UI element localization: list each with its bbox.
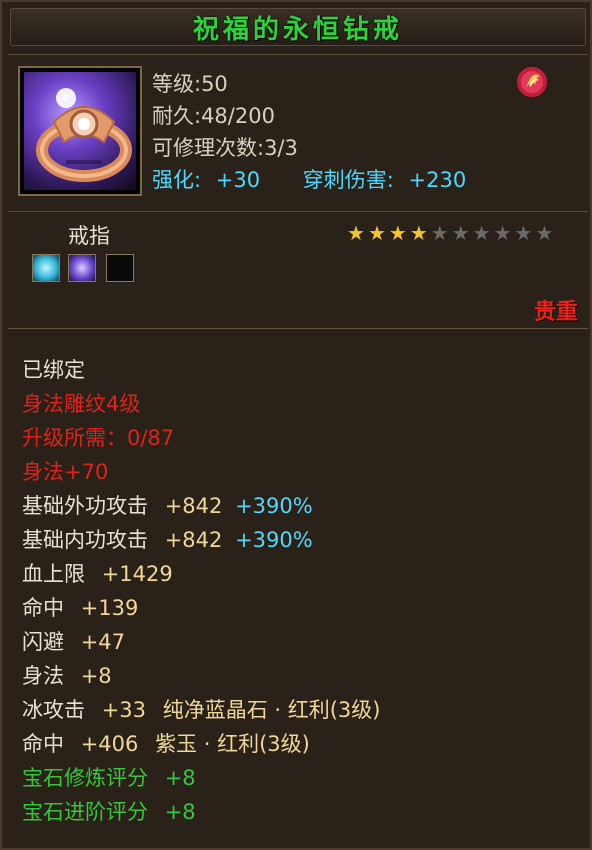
stat-label: 闪避 bbox=[22, 630, 64, 654]
star-empty-icon: ★ bbox=[514, 221, 533, 245]
rarity-label: 贵重 bbox=[534, 300, 579, 325]
gem-advance-row: 宝石进阶评分 +8 bbox=[22, 796, 196, 826]
star-empty-icon: ★ bbox=[493, 221, 512, 245]
carving-bonus: 身法+70 bbox=[22, 460, 109, 484]
item-icon-frame[interactable] bbox=[18, 66, 142, 196]
stat-value: +1429 bbox=[101, 562, 173, 586]
pierce-label: 穿刺伤害: bbox=[302, 168, 394, 192]
flame-badge-icon bbox=[514, 64, 550, 100]
title-bar: 祝福的永恒钻戒 bbox=[10, 8, 586, 46]
item-durability: 耐久:48/200 bbox=[152, 104, 275, 128]
star-filled-icon: ★ bbox=[409, 221, 428, 245]
item-repairs: 可修理次数:3/3 bbox=[152, 136, 298, 160]
star-filled-icon: ★ bbox=[347, 221, 365, 245]
upgrade-requirement: 升级所需：0/87 bbox=[22, 426, 175, 450]
item-level: 等级:50 bbox=[152, 72, 228, 96]
star-empty-icon: ★ bbox=[472, 221, 491, 245]
stat-label: 宝石修炼评分 bbox=[22, 766, 148, 790]
stat-label: 身法 bbox=[22, 664, 64, 688]
carving-level: 身法雕纹4级 bbox=[22, 392, 141, 416]
enhance-row: 强化: +30 穿刺伤害: +230 bbox=[152, 164, 466, 194]
stat-label: 冰攻击 bbox=[22, 698, 85, 722]
divider bbox=[8, 328, 588, 329]
gem-name: 纯净蓝晶石 · 红利(3级) bbox=[162, 698, 381, 722]
item-type: 戒指 bbox=[68, 224, 110, 248]
gem-socket-empty[interactable] bbox=[106, 254, 134, 282]
stat-label: 基础外功攻击 bbox=[22, 494, 148, 518]
stat-value: +8 bbox=[164, 766, 196, 790]
stat-label: 宝石进阶评分 bbox=[22, 800, 148, 824]
stat-value: +406 bbox=[80, 732, 139, 756]
bound-status: 已绑定 bbox=[22, 358, 85, 382]
dodge-row: 闪避 +47 bbox=[22, 626, 125, 656]
hit-gem-row: 命中 +406 紫玉 · 红利(3级) bbox=[22, 728, 310, 758]
hp-row: 血上限 +1429 bbox=[22, 558, 173, 588]
stat-value: +8 bbox=[80, 664, 112, 688]
gem-socket-purple[interactable] bbox=[68, 254, 96, 282]
hit-row: 命中 +139 bbox=[22, 592, 138, 622]
outer-attack-row: 基础外功攻击 +842 +390% bbox=[22, 490, 313, 520]
item-tooltip: 祝福的永恒钻戒 等级:50 耐久:48/200 可修理次数:3/3 强化: +3… bbox=[0, 0, 592, 850]
star-empty-icon: ★ bbox=[451, 221, 470, 245]
star-empty-icon: ★ bbox=[535, 221, 554, 245]
gem-socket-blue[interactable] bbox=[32, 254, 60, 282]
stat-value: +842 bbox=[164, 494, 223, 518]
stat-value: +8 bbox=[164, 800, 196, 824]
stat-label: 基础内功攻击 bbox=[22, 528, 148, 552]
stat-value: +47 bbox=[80, 630, 126, 654]
star-filled-icon: ★ bbox=[367, 221, 386, 245]
gem-refine-row: 宝石修炼评分 +8 bbox=[22, 762, 196, 792]
star-rating: ★ ★ ★ ★ ★ ★ ★ ★ ★ ★ bbox=[347, 222, 553, 244]
stat-value: +33 bbox=[101, 698, 147, 722]
ice-attack-row: 冰攻击 +33 纯净蓝晶石 · 红利(3级) bbox=[22, 694, 380, 724]
star-empty-icon: ★ bbox=[430, 221, 449, 245]
stat-label: 命中 bbox=[22, 732, 64, 756]
enhance-value: +30 bbox=[215, 168, 261, 192]
stat-value: +842 bbox=[164, 528, 223, 552]
enhance-label: 强化: bbox=[152, 168, 202, 192]
pierce-value: +230 bbox=[408, 168, 467, 192]
star-filled-icon: ★ bbox=[388, 221, 407, 245]
stat-value: +139 bbox=[80, 596, 139, 620]
agility-row: 身法 +8 bbox=[22, 660, 112, 690]
stat-percent: +390% bbox=[235, 494, 313, 518]
gem-name: 紫玉 · 红利(3级) bbox=[155, 732, 310, 756]
stat-label: 血上限 bbox=[22, 562, 85, 586]
inner-attack-row: 基础内功攻击 +842 +390% bbox=[22, 524, 313, 554]
item-name: 祝福的永恒钻戒 bbox=[192, 14, 403, 45]
stat-percent: +390% bbox=[235, 528, 313, 552]
ring-icon bbox=[24, 72, 136, 190]
stat-label: 命中 bbox=[22, 596, 64, 620]
